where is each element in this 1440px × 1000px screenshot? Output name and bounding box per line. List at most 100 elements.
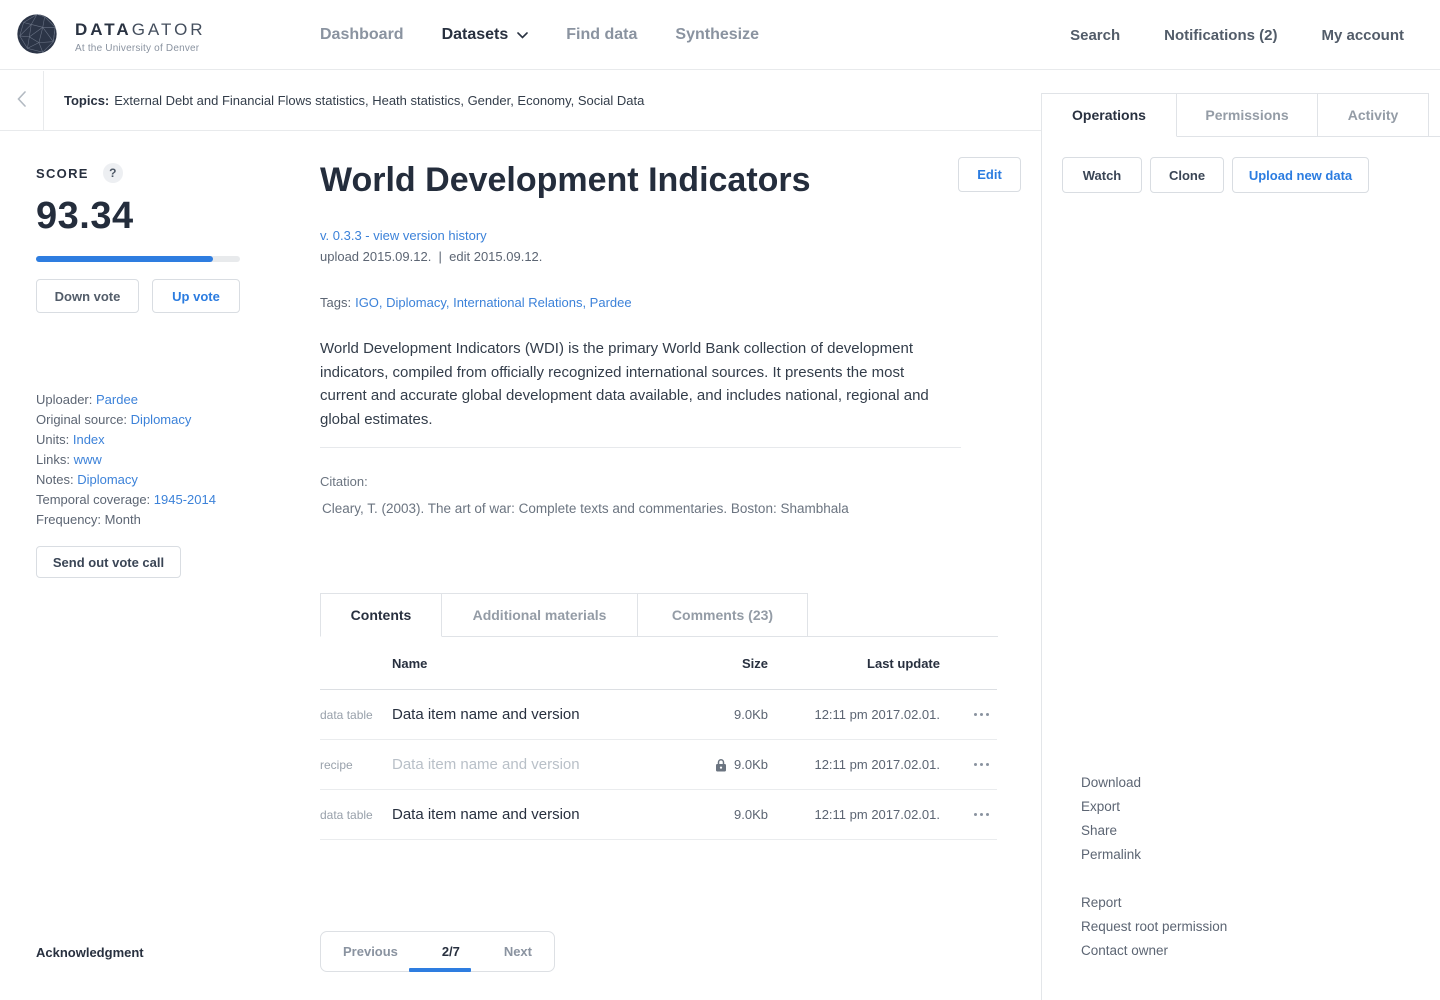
nav-dashboard[interactable]: Dashboard [320,26,404,44]
down-vote-button[interactable]: Down vote [36,279,139,313]
meta-value-link[interactable]: 1945-2014 [154,492,216,507]
acknowledgment-label[interactable]: Acknowledgment [36,945,144,960]
item-name-link[interactable]: Data item name and version [392,806,692,823]
score-value: 93.34 [36,195,240,237]
score-label: SCORE [36,166,89,181]
report-link[interactable]: Report [1081,891,1227,915]
edit-button[interactable]: Edit [958,157,1021,192]
meta-label: Uploader: [36,392,92,407]
next-page-button[interactable]: Next [504,944,532,959]
nav-find-data[interactable]: Find data [566,26,637,44]
citation-label: Citation: [320,474,368,489]
watch-button[interactable]: Watch [1062,157,1142,193]
tab-comments[interactable]: Comments (23) [638,593,808,637]
topics-bar: Topics:External Debt and Financial Flows… [0,71,1041,131]
meta-value: Month [105,512,141,527]
item-size-value: 9.0Kb [734,757,768,772]
meta-value-link[interactable]: Diplomacy [131,412,192,427]
contact-owner-link[interactable]: Contact owner [1081,939,1227,963]
table-header: Name Size Last update [320,637,997,690]
meta-original-source: Original source: Diplomacy [36,410,240,430]
column-header-size: Size [692,656,768,671]
tab-permissions[interactable]: Permissions [1177,93,1318,137]
meta-uploader: Uploader: Pardee [36,390,240,410]
topics-value: External Debt and Financial Flows statis… [114,93,644,108]
divider [320,447,961,448]
meta-label: Links: [36,452,70,467]
item-last-update: 12:11 pm 2017.02.01. [768,807,940,822]
nav-search[interactable]: Search [1070,27,1120,44]
brand-name-light: GATOR [132,20,206,39]
tab-additional-materials[interactable]: Additional materials [442,593,638,637]
tab-operations[interactable]: Operations [1042,93,1177,137]
item-name-link[interactable]: Data item name and version [392,706,692,723]
clone-button[interactable]: Clone [1150,157,1224,193]
item-last-update: 12:11 pm 2017.02.01. [768,707,940,722]
pagination: Previous 2/7 Next [320,931,555,972]
meta-links: Links: www [36,450,240,470]
chevron-left-icon [17,91,26,110]
up-vote-button[interactable]: Up vote [152,279,240,313]
current-page-indicator: 2/7 [442,944,460,959]
score-help-icon[interactable]: ? [103,163,123,183]
lock-icon [715,758,727,772]
table-row: data table Data item name and version 9.… [320,690,997,740]
table-row: data table Data item name and version 9.… [320,790,997,840]
column-header-name: Name [392,656,692,671]
tab-strip-filler [808,593,998,637]
item-type-label: data table [320,808,392,822]
user-nav: Search Notifications (2) My account [1070,0,1404,70]
nav-datasets[interactable]: Datasets [442,26,529,44]
send-vote-call-button[interactable]: Send out vote call [36,546,181,578]
permalink-link[interactable]: Permalink [1081,843,1141,867]
tags-links[interactable]: IGO, Diplomacy, International Relations,… [355,295,632,310]
meta-units: Units: Index [36,430,240,450]
chevron-down-icon [517,26,528,44]
panel-action-buttons: Watch Clone Upload new data [1062,157,1369,193]
score-header: SCORE ? [36,163,240,183]
tab-activity[interactable]: Activity [1318,93,1429,137]
datagator-globe-icon [14,11,60,62]
panel-links-secondary: Report Request root permission Contact o… [1081,891,1227,963]
panel-tab-filler [1429,93,1440,137]
table-row: recipe Data item name and version 9.0Kb … [320,740,997,790]
meta-value-link[interactable]: Index [73,432,105,447]
meta-value-link[interactable]: Diplomacy [77,472,138,487]
upload-edit-dates: upload 2015.09.12. | edit 2015.09.12. [320,249,542,264]
meta-value-link[interactable]: www [74,452,102,467]
row-menu-button[interactable] [940,763,997,766]
row-menu-button[interactable] [940,713,997,716]
share-link[interactable]: Share [1081,819,1141,843]
brand-name-bold: DATA [75,20,132,39]
nav-datasets-label: Datasets [442,26,509,44]
upload-new-data-button[interactable]: Upload new data [1232,157,1369,193]
item-size: 9.0Kb [692,707,768,722]
metadata-list: Uploader: Pardee Original source: Diplom… [36,390,240,530]
nav-my-account[interactable]: My account [1321,27,1404,44]
meta-label: Notes: [36,472,74,487]
vote-buttons: Down vote Up vote [36,279,240,313]
pagination-active-indicator [409,968,471,972]
panel-tabs: Operations Permissions Activity [1042,93,1440,137]
item-size: 9.0Kb [692,757,768,772]
meta-value-link[interactable]: Pardee [96,392,138,407]
version-history-link[interactable]: v. 0.3.3 - view version history [320,228,487,243]
tab-contents[interactable]: Contents [320,593,442,637]
item-size-value: 9.0Kb [734,807,768,822]
page: DATAGATOR At the University of Denver Da… [0,0,1440,1000]
download-link[interactable]: Download [1081,771,1141,795]
back-button[interactable] [0,71,44,130]
score-sidebar: SCORE ? 93.34 Down vote Up vote Uploader… [36,163,240,578]
brand-name: DATAGATOR [75,20,206,40]
export-link[interactable]: Export [1081,795,1141,819]
request-root-permission-link[interactable]: Request root permission [1081,915,1227,939]
row-menu-button[interactable] [940,813,997,816]
brand[interactable]: DATAGATOR At the University of Denver [14,11,206,62]
nav-synthesize[interactable]: Synthesize [675,26,759,44]
meta-label: Original source: [36,412,127,427]
previous-page-button[interactable]: Previous [343,944,398,959]
nav-notifications[interactable]: Notifications (2) [1164,27,1277,44]
meta-frequency: Frequency: Month [36,510,240,530]
item-name-link[interactable]: Data item name and version [392,756,692,773]
citation-text: Cleary, T. (2003). The art of war: Compl… [322,501,849,516]
